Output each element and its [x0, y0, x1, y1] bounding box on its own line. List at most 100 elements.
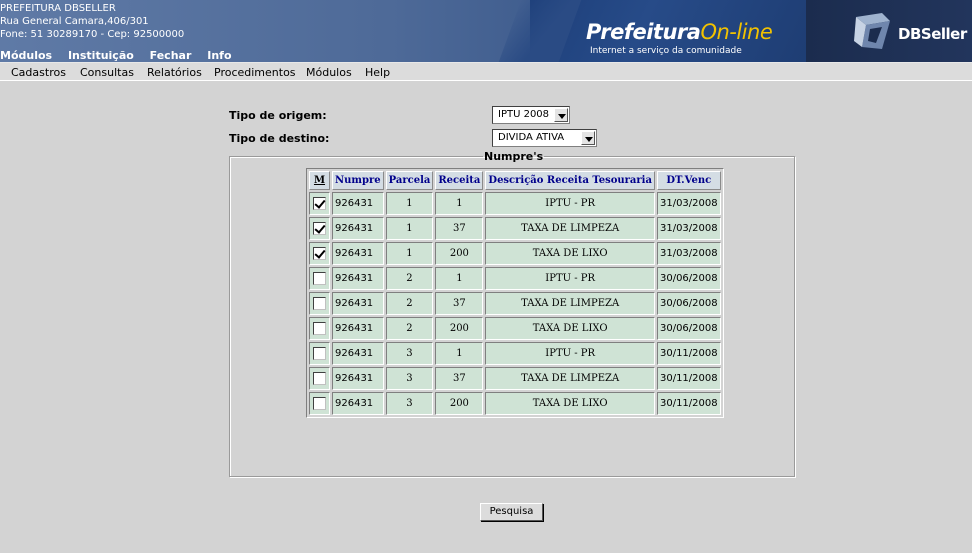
row-checkbox-cell[interactable]	[309, 317, 330, 340]
row-checkbox-cell[interactable]	[309, 392, 330, 415]
origem-select-value: IPTU 2008	[498, 109, 550, 120]
row-checkbox[interactable]	[313, 247, 326, 260]
cell-descricao: TAXA DE LIXO	[485, 317, 655, 340]
vendor-logo-text: DBSeller	[898, 25, 967, 43]
app-header: PREFEITURA DBSELLER Rua General Camara,4…	[0, 0, 972, 62]
cell-receita: 37	[435, 367, 484, 390]
numpres-table: M Numpre Parcela Receita Descrição Recei…	[306, 168, 724, 418]
destino-select[interactable]: DIVIDA ATIVA	[492, 129, 597, 147]
dbseller-logo-icon	[854, 13, 890, 49]
cell-parcela: 1	[385, 242, 434, 265]
row-checkbox-cell[interactable]	[309, 192, 330, 215]
cell-receita: 37	[435, 292, 484, 315]
cell-numpre: 926431	[332, 242, 384, 265]
cell-vencimento: 30/11/2008	[656, 367, 721, 390]
row-checkbox-cell[interactable]	[309, 242, 330, 265]
menu-bar: Cadastros Consultas Relatórios Procedime…	[0, 62, 972, 81]
cell-receita: 37	[435, 217, 484, 240]
row-checkbox[interactable]	[313, 222, 326, 235]
cell-numpre: 926431	[332, 342, 384, 365]
table-row: 926431 2 1 IPTU - PR 30/06/2008	[309, 267, 721, 290]
portal-logo: PrefeituraOn-line	[586, 20, 773, 44]
cell-parcela: 3	[385, 392, 434, 415]
row-checkbox-cell[interactable]	[309, 267, 330, 290]
cell-descricao: TAXA DE LIMPEZA	[485, 367, 655, 390]
row-checkbox[interactable]	[313, 297, 326, 310]
org-name: PREFEITURA DBSELLER	[0, 3, 116, 14]
cell-descricao: IPTU - PR	[485, 267, 655, 290]
cell-vencimento: 30/06/2008	[656, 292, 721, 315]
origem-label: Tipo de origem:	[229, 109, 327, 122]
table-row: 926431 1 1 IPTU - PR 31/03/2008	[309, 192, 721, 215]
menu-cadastros[interactable]: Cadastros	[11, 66, 66, 79]
destino-label: Tipo de destino:	[229, 132, 330, 145]
cell-receita: 1	[435, 267, 484, 290]
menu-relatorios[interactable]: Relatórios	[147, 66, 202, 79]
table-row: 926431 3 200 TAXA DE LIXO 30/11/2008	[309, 392, 721, 415]
table-row: 926431 2 200 TAXA DE LIXO 30/06/2008	[309, 317, 721, 340]
cell-descricao: TAXA DE LIXO	[485, 242, 655, 265]
col-header-receita: Receita	[435, 171, 484, 190]
origem-select[interactable]: IPTU 2008	[492, 106, 570, 124]
cell-receita: 200	[435, 242, 484, 265]
row-checkbox[interactable]	[313, 272, 326, 285]
top-menu-modulos[interactable]: Módulos	[0, 49, 52, 62]
row-checkbox[interactable]	[313, 322, 326, 335]
row-checkbox-cell[interactable]	[309, 292, 330, 315]
table-header-row: M Numpre Parcela Receita Descrição Recei…	[309, 171, 721, 190]
row-checkbox[interactable]	[313, 372, 326, 385]
top-menu: Módulos Instituição Fechar Info	[0, 49, 244, 62]
menu-help[interactable]: Help	[365, 66, 390, 79]
row-checkbox-cell[interactable]	[309, 217, 330, 240]
top-menu-fechar[interactable]: Fechar	[150, 49, 192, 62]
row-checkbox[interactable]	[313, 197, 326, 210]
cell-parcela: 3	[385, 342, 434, 365]
cell-vencimento: 31/03/2008	[656, 217, 721, 240]
top-menu-info[interactable]: Info	[207, 49, 231, 62]
row-checkbox[interactable]	[313, 397, 326, 410]
institution-info: PREFEITURA DBSELLER Rua General Camara,4…	[0, 2, 184, 41]
search-button[interactable]: Pesquisa	[480, 503, 543, 521]
chevron-down-icon[interactable]	[554, 108, 568, 122]
col-header-descricao: Descrição Receita Tesouraria	[485, 171, 655, 190]
cell-descricao: IPTU - PR	[485, 342, 655, 365]
menu-procedimentos[interactable]: Procedimentos	[214, 66, 296, 79]
cell-receita: 200	[435, 392, 484, 415]
org-contact: Fone: 51 30289170 - Cep: 92500000	[0, 29, 185, 40]
cell-numpre: 926431	[332, 267, 384, 290]
cell-numpre: 926431	[332, 292, 384, 315]
cell-parcela: 3	[385, 367, 434, 390]
cell-numpre: 926431	[332, 317, 384, 340]
cell-receita: 1	[435, 192, 484, 215]
cell-vencimento: 31/03/2008	[656, 192, 721, 215]
table-row: 926431 3 1 IPTU - PR 30/11/2008	[309, 342, 721, 365]
top-menu-instituicao[interactable]: Instituição	[68, 49, 134, 62]
cell-vencimento: 30/06/2008	[656, 267, 721, 290]
destino-select-value: DIVIDA ATIVA	[498, 132, 565, 143]
portal-banner: PrefeituraOn-line Internet a serviço da …	[530, 0, 810, 62]
table-row: 926431 1 37 TAXA DE LIMPEZA 31/03/2008	[309, 217, 721, 240]
cell-numpre: 926431	[332, 217, 384, 240]
row-checkbox[interactable]	[313, 347, 326, 360]
menu-consultas[interactable]: Consultas	[80, 66, 134, 79]
cell-vencimento: 31/03/2008	[656, 242, 721, 265]
col-header-numpre: Numpre	[332, 171, 384, 190]
cell-descricao: TAXA DE LIMPEZA	[485, 292, 655, 315]
chevron-down-icon[interactable]	[581, 131, 595, 145]
cell-numpre: 926431	[332, 392, 384, 415]
menu-modulos[interactable]: Módulos	[306, 66, 352, 79]
vendor-logo-area: DBSeller	[806, 0, 972, 62]
row-checkbox-cell[interactable]	[309, 342, 330, 365]
table-row: 926431 2 37 TAXA DE LIMPEZA 30/06/2008	[309, 292, 721, 315]
row-checkbox-cell[interactable]	[309, 367, 330, 390]
portal-title-accent: On-line	[700, 20, 773, 44]
cell-vencimento: 30/11/2008	[656, 392, 721, 415]
cell-vencimento: 30/11/2008	[656, 342, 721, 365]
numpres-legend: Numpre's	[484, 150, 544, 163]
cell-receita: 200	[435, 317, 484, 340]
org-address: Rua General Camara,406/301	[0, 16, 149, 27]
cell-parcela: 1	[385, 217, 434, 240]
cell-descricao: IPTU - PR	[485, 192, 655, 215]
col-header-mark-all[interactable]: M	[309, 171, 330, 190]
cell-descricao: TAXA DE LIMPEZA	[485, 217, 655, 240]
